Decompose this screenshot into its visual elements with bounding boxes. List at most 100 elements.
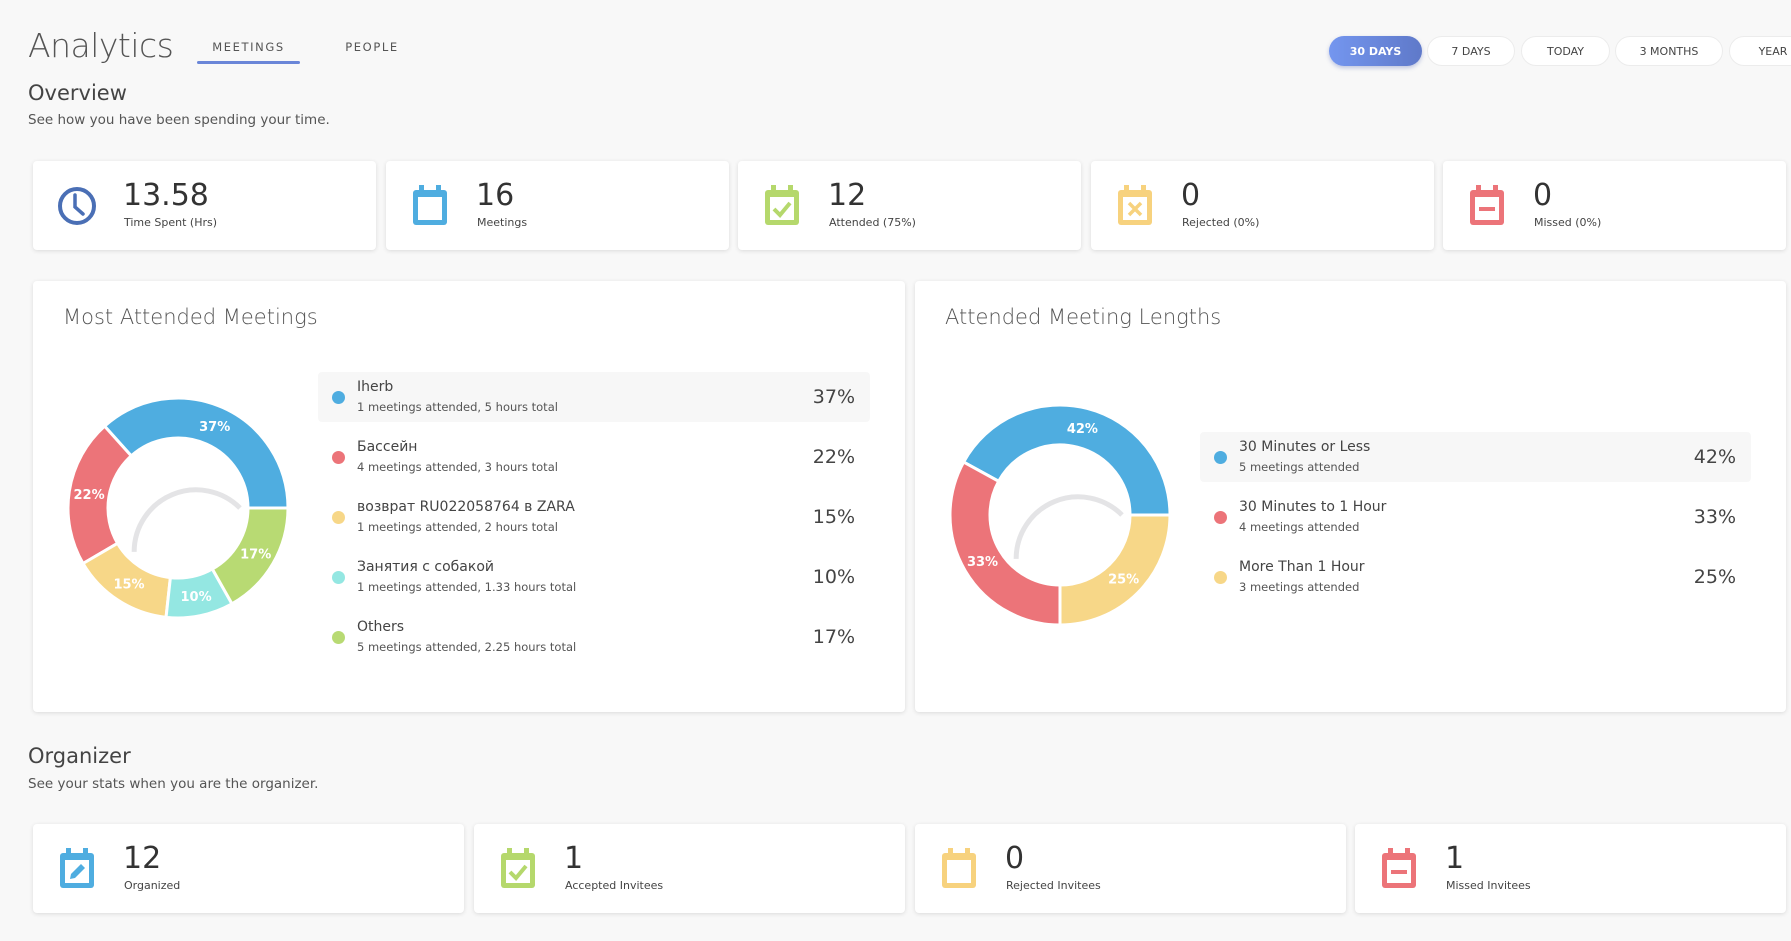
stat-value: 1 xyxy=(564,841,584,876)
organizer-card-missed-invitees: 1 Missed Invitees xyxy=(1355,824,1786,913)
legend-item[interactable]: Iherb 1 meetings attended, 5 hours total… xyxy=(318,372,870,422)
legend-name: 30 Minutes to 1 Hour xyxy=(1239,499,1387,515)
legend-detail: 5 meetings attended, 2.25 hours total xyxy=(357,640,577,654)
legend-name: Iherb xyxy=(357,379,394,395)
tab-meetings[interactable]: MEETINGS xyxy=(197,40,300,64)
legend-name: 30 Minutes or Less xyxy=(1239,439,1371,455)
tab-people[interactable]: PEOPLE xyxy=(336,40,408,54)
legend-dot-icon xyxy=(1214,451,1227,464)
meeting-lengths-donut: 42% 33% 25% xyxy=(948,403,1172,627)
app-title: Analytics xyxy=(28,26,174,65)
legend-percent: 22% xyxy=(812,446,855,468)
legend-percent: 17% xyxy=(812,626,855,648)
slice-label: 42% xyxy=(1067,422,1098,437)
calendar-icon xyxy=(410,183,450,227)
overview-subtitle: See how you have been spending your time… xyxy=(28,112,330,128)
calendar-edit-icon xyxy=(57,846,97,890)
legend-dot-icon xyxy=(332,571,345,584)
legend-name: возврат RU022058764 в ZARA xyxy=(357,499,575,515)
legend-percent: 15% xyxy=(812,506,855,528)
slice-label: 37% xyxy=(199,420,230,435)
range-year-button[interactable]: YEAR xyxy=(1729,36,1791,66)
slice-label: 10% xyxy=(181,590,212,605)
overview-card-attended: 12 Attended (75%) xyxy=(738,161,1081,250)
slice-label: 33% xyxy=(967,555,998,570)
stat-value: 0 xyxy=(1181,178,1201,213)
slice-label: 15% xyxy=(113,578,144,593)
stat-label: Missed (0%) xyxy=(1534,216,1602,229)
stat-value: 12 xyxy=(828,178,867,213)
overview-card-rejected: 0 Rejected (0%) xyxy=(1091,161,1434,250)
overview-card-missed: 0 Missed (0%) xyxy=(1443,161,1786,250)
organizer-title: Organizer xyxy=(28,744,131,768)
meeting-lengths-title: Attended Meeting Lengths xyxy=(945,305,1222,329)
stat-value: 0 xyxy=(1533,178,1553,213)
inner-track-arc xyxy=(1013,494,1124,559)
stat-value: 16 xyxy=(476,178,515,213)
stat-label: Rejected (0%) xyxy=(1182,216,1260,229)
legend-dot-icon xyxy=(332,511,345,524)
stat-value: 1 xyxy=(1445,841,1465,876)
meeting-lengths-panel: Attended Meeting Lengths 42% 33% 25% 30 Mi… xyxy=(915,281,1786,712)
legend-item[interactable]: 30 Minutes to 1 Hour 4 meetings attended… xyxy=(1200,492,1751,542)
legend-name: Others xyxy=(357,619,405,635)
donut-slice[interactable] xyxy=(948,459,1062,627)
slice-label: 17% xyxy=(240,547,271,562)
legend-detail: 1 meetings attended, 5 hours total xyxy=(357,400,558,414)
organizer-card-rejected-invitees: 0 Rejected Invitees xyxy=(915,824,1346,913)
overview-card-meetings: 16 Meetings xyxy=(386,161,729,250)
range-7-days-button[interactable]: 7 DAYS xyxy=(1427,36,1515,66)
clock-icon xyxy=(57,183,97,227)
organizer-subtitle: See your stats when you are the organize… xyxy=(28,776,319,792)
organizer-card-accepted-invitees: 1 Accepted Invitees xyxy=(474,824,905,913)
legend-dot-icon xyxy=(1214,571,1227,584)
legend-detail: 1 meetings attended, 2 hours total xyxy=(357,520,558,534)
legend-detail: 4 meetings attended xyxy=(1239,520,1360,534)
legend-dot-icon xyxy=(332,391,345,404)
slice-label: 25% xyxy=(1108,573,1139,588)
legend-percent: 25% xyxy=(1693,566,1736,588)
legend-detail: 5 meetings attended xyxy=(1239,460,1360,474)
stat-value: 0 xyxy=(1005,841,1025,876)
legend-name: Занятия с собакой xyxy=(357,559,494,575)
legend-item[interactable]: Занятия с собакой 1 meetings attended, 1… xyxy=(318,552,870,602)
stat-value: 13.58 xyxy=(123,178,209,213)
overview-card-time-spent-hrs: 13.58 Time Spent (Hrs) xyxy=(33,161,376,250)
most-attended-title: Most Attended Meetings xyxy=(63,305,318,329)
legend-detail: 3 meetings attended xyxy=(1239,580,1360,594)
overview-title: Overview xyxy=(28,81,127,105)
stat-value: 12 xyxy=(123,841,162,876)
legend-dot-icon xyxy=(1214,511,1227,524)
slice-label: 22% xyxy=(74,488,105,503)
range-30-days-button[interactable]: 30 DAYS xyxy=(1329,36,1422,66)
stat-label: Meetings xyxy=(477,216,528,229)
inner-track-arc xyxy=(131,487,242,552)
legend-detail: 4 meetings attended, 3 hours total xyxy=(357,460,558,474)
calendar-icon xyxy=(939,846,979,890)
calendar-x-icon xyxy=(1115,183,1155,227)
legend-item[interactable]: Others 5 meetings attended, 2.25 hours t… xyxy=(318,612,870,662)
stat-label: Missed Invitees xyxy=(1446,879,1531,892)
organizer-card-organized: 12 Organized xyxy=(33,824,464,913)
range-today-button[interactable]: TODAY xyxy=(1521,36,1610,66)
most-attended-panel: Most Attended Meetings 37% 22% 15% 10% 17% I… xyxy=(33,281,905,712)
legend-name: More Than 1 Hour xyxy=(1239,559,1365,575)
legend-percent: 42% xyxy=(1693,446,1736,468)
legend-detail: 1 meetings attended, 1.33 hours total xyxy=(357,580,577,594)
calendar-minus-icon xyxy=(1379,846,1419,890)
legend-percent: 33% xyxy=(1693,506,1736,528)
stat-label: Accepted Invitees xyxy=(565,879,664,892)
calendar-check-icon xyxy=(498,846,538,890)
legend-item[interactable]: More Than 1 Hour 3 meetings attended 25% xyxy=(1200,552,1751,602)
legend-percent: 10% xyxy=(812,566,855,588)
stat-label: Attended (75%) xyxy=(829,216,916,229)
legend-item[interactable]: 30 Minutes or Less 5 meetings attended 4… xyxy=(1200,432,1751,482)
stat-label: Organized xyxy=(124,879,181,892)
legend-item[interactable]: Бассейн 4 meetings attended, 3 hours tot… xyxy=(318,432,870,482)
legend-item[interactable]: возврат RU022058764 в ZARA 1 meetings at… xyxy=(318,492,870,542)
legend-dot-icon xyxy=(332,631,345,644)
range-3-months-button[interactable]: 3 MONTHS xyxy=(1615,36,1723,66)
donut-slice[interactable] xyxy=(1058,513,1172,627)
meeting-lengths-legend: 30 Minutes or Less 5 meetings attended 4… xyxy=(1200,432,1751,612)
calendar-minus-icon xyxy=(1467,183,1507,227)
